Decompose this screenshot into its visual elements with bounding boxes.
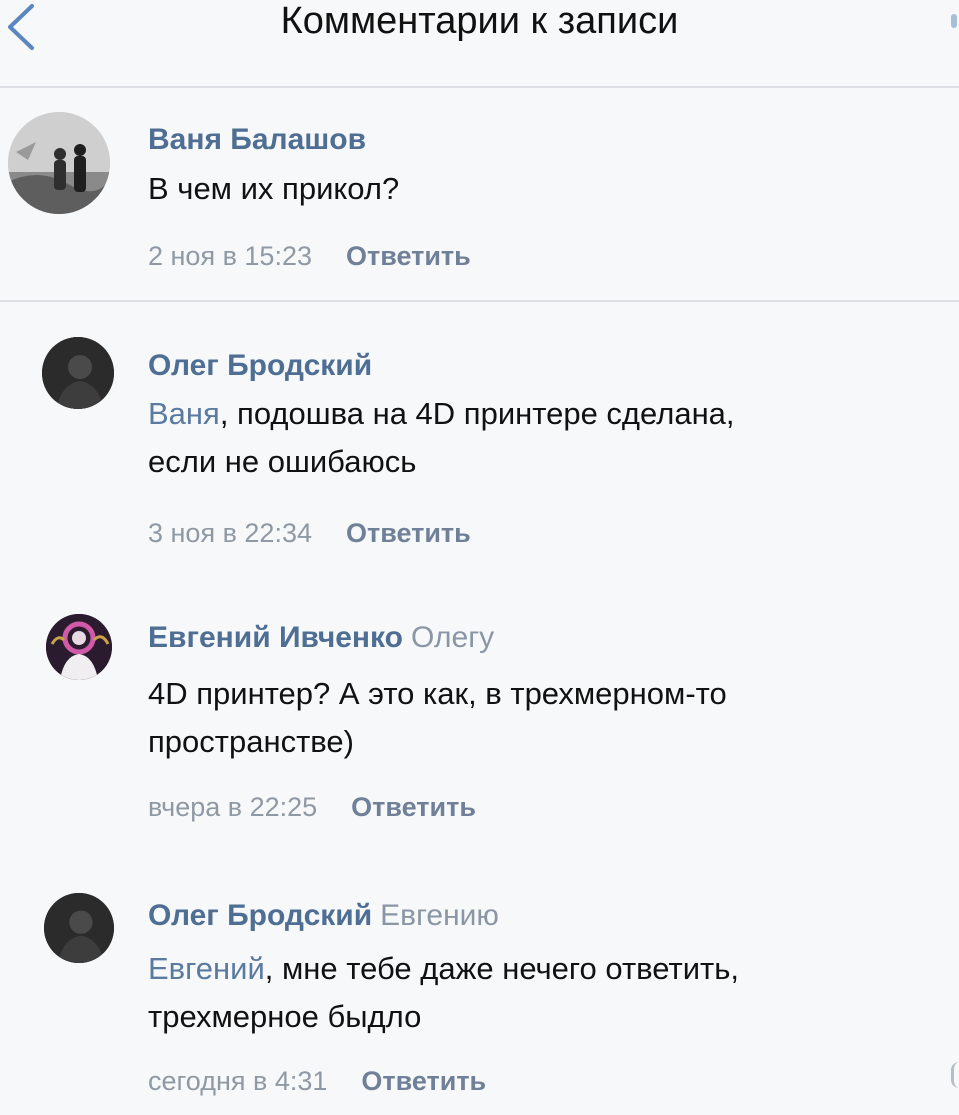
- mention-link[interactable]: Ваня: [148, 396, 220, 431]
- comment-header: Олег Бродский Евгению: [148, 898, 499, 934]
- comment-line: В чем их прикол?: [148, 171, 400, 206]
- comment-line: Евгений, мне тебе даже нечего ответить,: [148, 945, 959, 993]
- avatar[interactable]: [8, 112, 110, 214]
- author-name[interactable]: Евгений Ивченко: [148, 621, 403, 654]
- comment-line: трехмерное быдло: [148, 999, 422, 1034]
- author-name[interactable]: Олег Бродский: [148, 349, 372, 382]
- reply-button[interactable]: Ответить: [361, 1066, 486, 1096]
- scroll-edge-indicator: [951, 1062, 959, 1088]
- comment-meta: 2 ноя в 15:23 Ответить: [148, 239, 471, 273]
- comment-meta: вчера в 22:25 Ответить: [148, 790, 476, 824]
- header-action-icon[interactable]: [951, 14, 957, 28]
- timestamp: вчера в 22:25: [148, 792, 318, 822]
- timestamp: 3 ноя в 22:34: [148, 518, 312, 548]
- comment-line: пространстве): [148, 724, 354, 759]
- author-name[interactable]: Ваня Балашов: [148, 123, 366, 156]
- reply-to-label[interactable]: Евгению: [380, 899, 499, 932]
- photo-avatar-icon: [8, 112, 110, 214]
- author-name[interactable]: Олег Бродский: [148, 899, 372, 932]
- top-bar: Комментарии к записи: [0, 0, 959, 88]
- avatar[interactable]: [46, 614, 112, 680]
- comment-line: 4D принтер? А это как, в трехмерном-то: [148, 676, 727, 711]
- comment-text-part: , подошва на 4D принтере сделана,: [219, 396, 735, 431]
- comment-header: Олег Бродский: [148, 348, 372, 384]
- avatar[interactable]: [42, 337, 114, 409]
- dark-photo-avatar-icon: [42, 337, 114, 409]
- comment-header: Евгений Ивченко Олегу: [148, 620, 494, 656]
- mention-link[interactable]: Евгений: [148, 951, 265, 986]
- reply-to-label[interactable]: Олегу: [411, 621, 494, 654]
- reply-button[interactable]: Ответить: [351, 792, 476, 822]
- comment-meta: сегодня в 4:31 Ответить: [148, 1064, 486, 1098]
- timestamp: сегодня в 4:31: [148, 1066, 328, 1096]
- comment-line: если не ошибаюсь: [148, 444, 417, 479]
- timestamp: 2 ноя в 15:23: [148, 241, 312, 271]
- dark-photo-avatar-icon: [44, 893, 114, 963]
- comment-meta: 3 ноя в 22:34 Ответить: [148, 516, 471, 550]
- comment-text: Евгений, мне тебе даже нечего ответить, …: [148, 945, 959, 1041]
- comment-header: Ваня Балашов: [148, 122, 366, 158]
- neon-photo-avatar-icon: [46, 614, 112, 680]
- comment-line: Ваня, подошва на 4D принтере сделана,: [148, 390, 959, 438]
- divider: [0, 300, 959, 302]
- comment-text: Ваня, подошва на 4D принтере сделана, ес…: [148, 390, 959, 486]
- comment-text: 4D принтер? А это как, в трехмерном-то п…: [148, 670, 959, 766]
- comment-text: В чем их прикол?: [148, 165, 959, 213]
- avatar[interactable]: [44, 893, 114, 963]
- reply-button[interactable]: Ответить: [346, 518, 471, 548]
- reply-button[interactable]: Ответить: [346, 241, 471, 271]
- page-title: Комментарии к записи: [280, 0, 679, 42]
- comment-text-part: , мне тебе даже нечего ответить,: [264, 951, 739, 986]
